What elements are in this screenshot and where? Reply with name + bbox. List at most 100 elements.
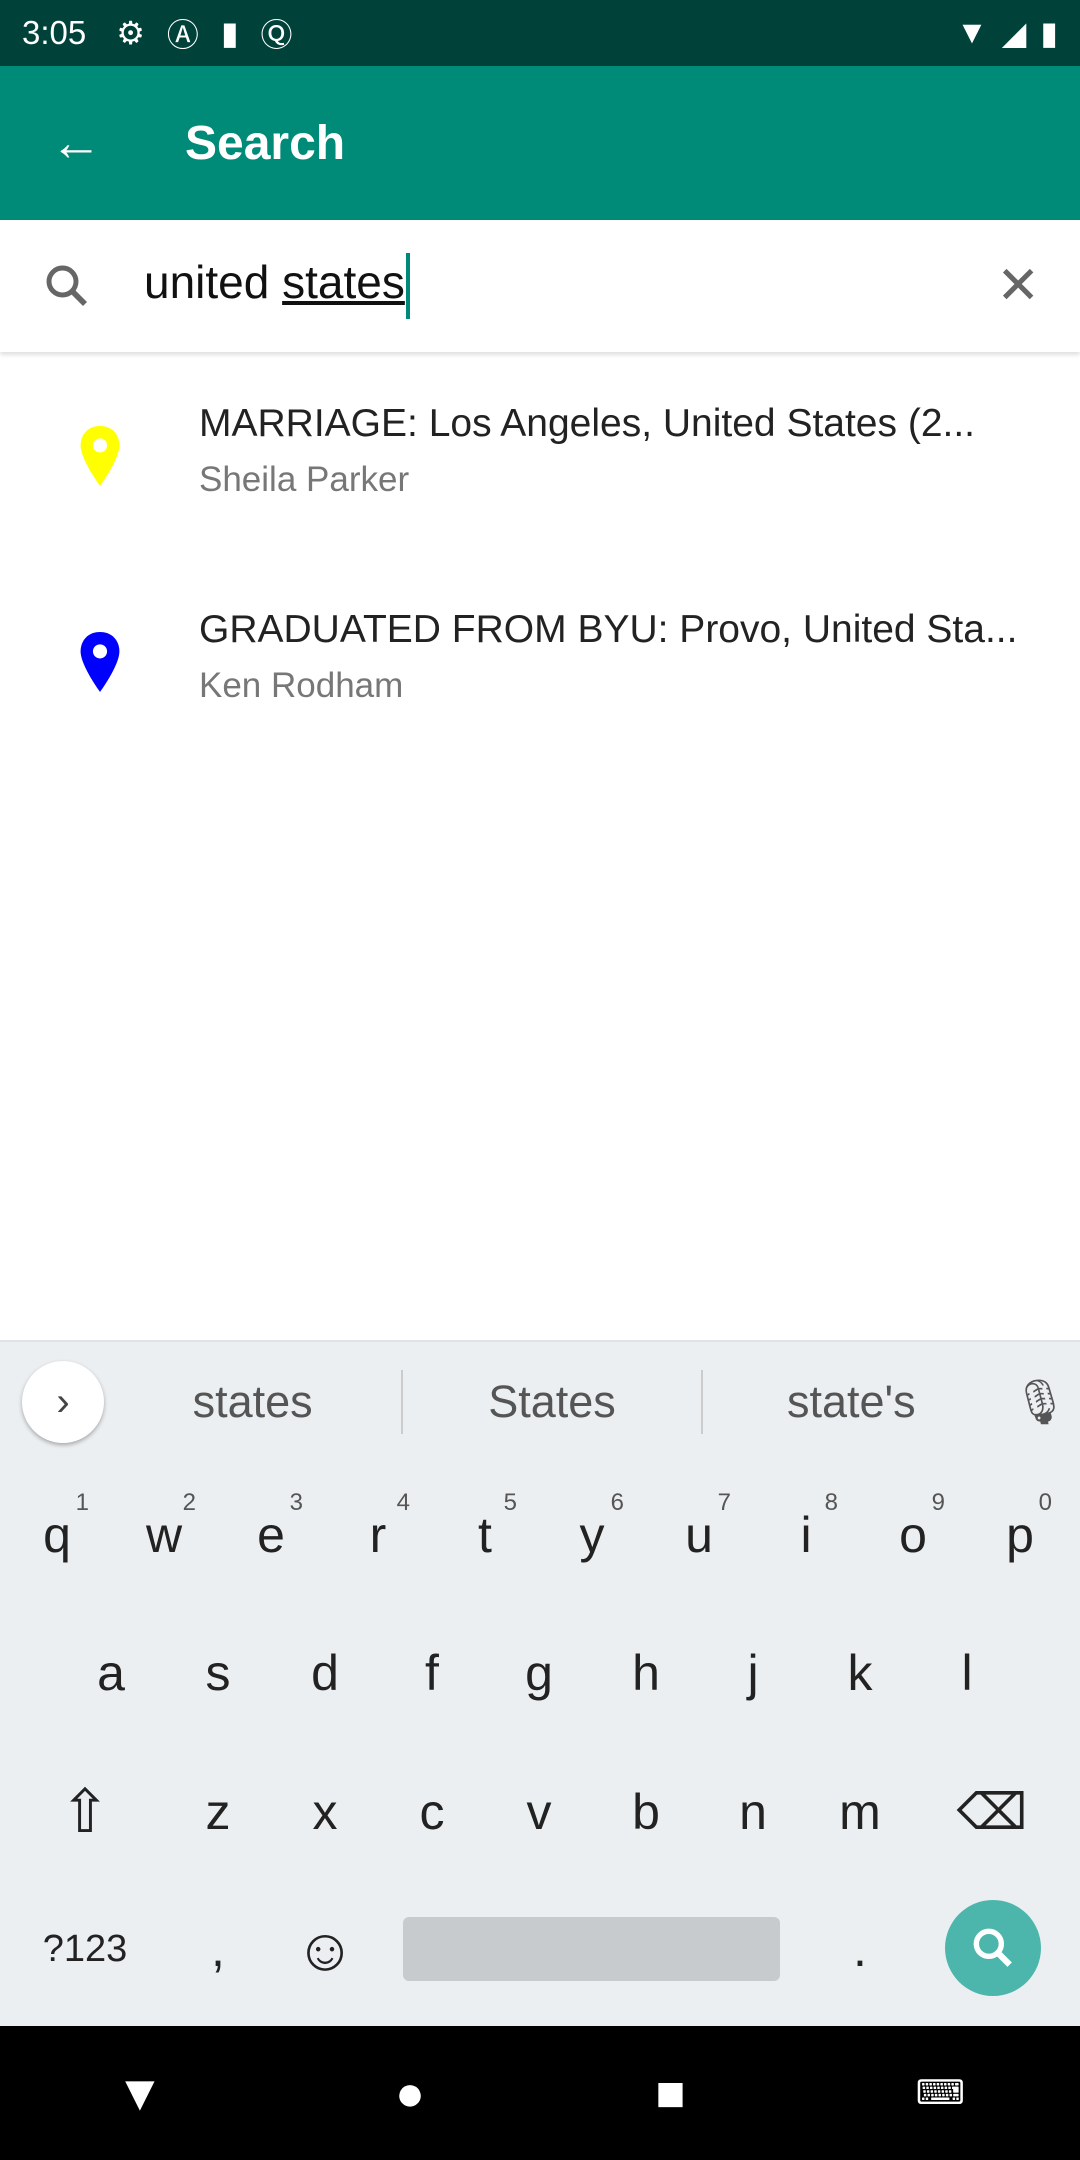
key-label: g [525, 1645, 553, 1701]
key[interactable]: l [917, 1605, 1017, 1741]
key[interactable]: i8 [756, 1467, 856, 1603]
arrow-back-icon[interactable]: ← [50, 113, 130, 173]
key[interactable]: e3 [221, 1467, 321, 1603]
key-label: h [632, 1645, 660, 1701]
backspace-icon[interactable]: ⌫ [942, 1744, 1042, 1880]
key[interactable]: t5 [435, 1467, 535, 1603]
key[interactable]: r4 [328, 1467, 428, 1603]
key-label: c [419, 1784, 445, 1840]
symbols-key[interactable]: ?123 [20, 1881, 150, 2017]
recents-icon[interactable]: ■ [655, 2064, 685, 2122]
page-title: Search [185, 116, 346, 170]
key[interactable]: y6 [542, 1467, 642, 1603]
key-label: a [97, 1645, 125, 1701]
key-label: l [961, 1645, 973, 1701]
sd-card-icon: ▮ [220, 15, 239, 51]
spacebar[interactable] [403, 1917, 780, 1981]
key-label: r [369, 1507, 387, 1563]
key[interactable]: p0 [970, 1467, 1070, 1603]
result-item[interactable]: GRADUATED FROM BYU: Provo, United Sta...… [0, 586, 1080, 786]
key-label: ?123 [42, 1927, 128, 1970]
keyboard-switch-icon[interactable]: ⌨ [916, 2073, 965, 2113]
app-bar: ← Search [0, 66, 1080, 220]
key-hint: 7 [717, 1489, 731, 1516]
key[interactable]: k [810, 1605, 910, 1741]
query-composing-word: states [282, 256, 405, 309]
signal-icon: ◢ [1001, 15, 1027, 51]
key[interactable]: n [703, 1744, 803, 1880]
key[interactable]: u7 [649, 1467, 749, 1603]
key-label: d [311, 1645, 339, 1701]
search-icon [973, 1928, 1012, 1967]
key-hint: 6 [610, 1489, 624, 1516]
key-hint: 2 [182, 1489, 196, 1516]
key[interactable]: j [703, 1605, 803, 1741]
gear-icon: ⚙ [116, 15, 145, 51]
key-hint: 8 [824, 1489, 838, 1516]
q-icon: Ⓠ [260, 17, 293, 53]
search-icon [46, 265, 87, 306]
key-hint: 3 [289, 1489, 303, 1516]
key[interactable]: d [275, 1605, 375, 1741]
search-input[interactable]: united states [144, 253, 410, 319]
close-icon[interactable]: ✕ [996, 256, 1040, 316]
suggestion[interactable]: state's [703, 1376, 1000, 1428]
text-cursor [405, 253, 410, 319]
shift-icon[interactable]: ⇧ [35, 1744, 135, 1880]
key-label: , [211, 1921, 225, 1977]
query-text: united [144, 256, 283, 309]
key[interactable]: o9 [863, 1467, 963, 1603]
map-pin-icon [80, 632, 120, 692]
key[interactable]: h [596, 1605, 696, 1741]
emoji-icon[interactable]: ☺ [275, 1881, 375, 2017]
suggestion[interactable]: States [403, 1376, 700, 1428]
key-hint: 5 [503, 1489, 517, 1516]
battery-icon: ▮ [1040, 15, 1058, 51]
key[interactable]: w2 [114, 1467, 214, 1603]
key[interactable]: s [168, 1605, 268, 1741]
navigation-bar: ▼ ● ■ ⌨ [0, 2026, 1080, 2160]
key-label: . [853, 1921, 867, 1977]
key-label: n [739, 1784, 767, 1840]
result-subtitle: Ken Rodham [199, 666, 404, 705]
key[interactable]: z [168, 1744, 268, 1880]
key[interactable]: a [61, 1605, 161, 1741]
key[interactable]: x [275, 1744, 375, 1880]
key-label: q [43, 1507, 71, 1563]
key-label: b [632, 1784, 660, 1840]
home-icon[interactable]: ● [395, 2064, 425, 2122]
key[interactable]: f [382, 1605, 482, 1741]
result-item[interactable]: MARRIAGE: Los Angeles, United States (2.… [0, 380, 1080, 580]
result-title: GRADUATED FROM BYU: Provo, United Sta... [199, 608, 1018, 651]
search-key[interactable] [945, 1900, 1041, 1996]
key-hint: 1 [75, 1489, 89, 1516]
key[interactable]: b [596, 1744, 696, 1880]
key-label: f [425, 1645, 439, 1701]
result-title: MARRIAGE: Los Angeles, United States (2.… [199, 402, 976, 445]
chevron-right-icon[interactable]: › [22, 1361, 104, 1443]
key[interactable]: g [489, 1605, 589, 1741]
key-label: w [145, 1507, 183, 1563]
key-label: v [526, 1784, 552, 1840]
search-bar: united states ✕ [0, 220, 1080, 352]
wifi-icon: ▼ [956, 14, 988, 50]
key-label: x [312, 1784, 338, 1840]
period-key[interactable]: . [810, 1881, 910, 2017]
key-label: s [205, 1645, 231, 1701]
key[interactable]: v [489, 1744, 589, 1880]
key-label: j [747, 1645, 759, 1701]
key-hint: 9 [931, 1489, 945, 1516]
back-triangle-icon[interactable]: ▼ [115, 2064, 165, 2122]
suggestion-strip: › states States state's 🎙 [0, 1340, 1080, 1462]
key-label: u [685, 1507, 713, 1563]
status-time: 3:05 [22, 14, 87, 51]
microphone-icon[interactable]: 🎙 [1000, 1376, 1080, 1428]
key[interactable]: m [810, 1744, 910, 1880]
key-label: k [847, 1645, 873, 1701]
key[interactable]: c [382, 1744, 482, 1880]
key-label: y [579, 1507, 605, 1563]
key-label: p [1006, 1507, 1034, 1563]
comma-key[interactable]: , [168, 1881, 268, 2017]
suggestion[interactable]: states [104, 1376, 401, 1428]
key[interactable]: q1 [7, 1467, 107, 1603]
